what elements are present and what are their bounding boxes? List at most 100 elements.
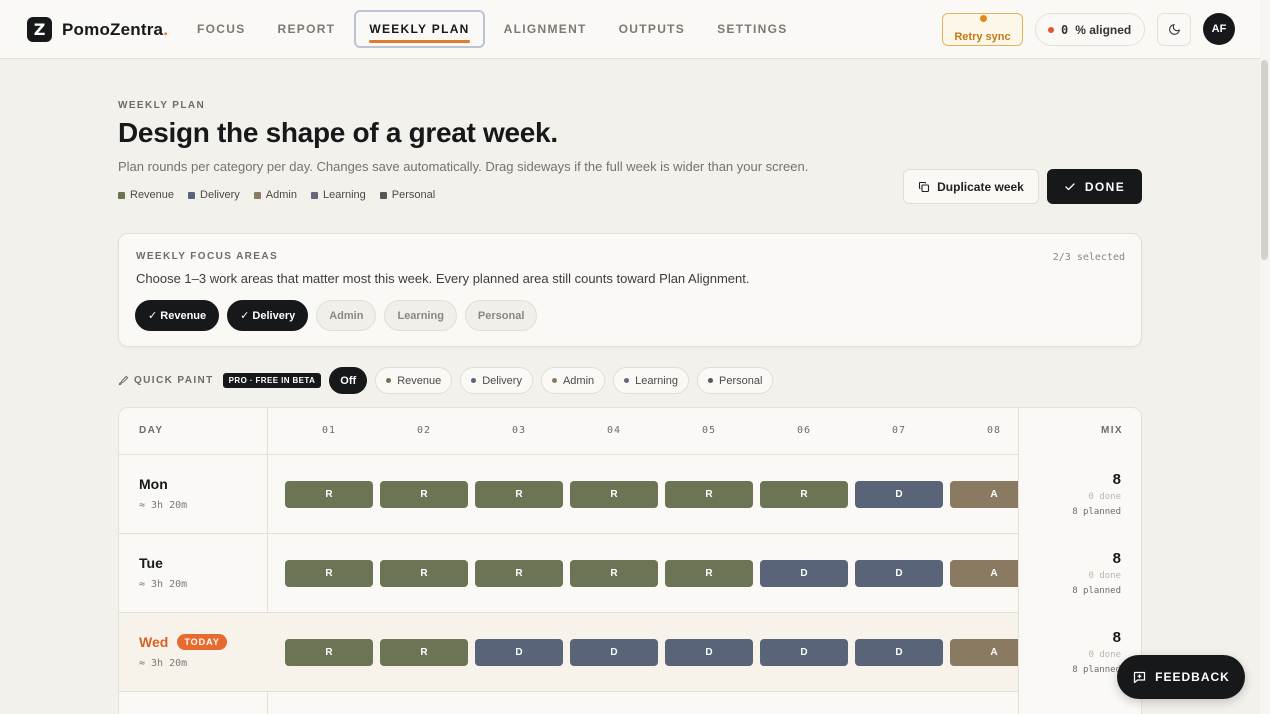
slot-column-header: 07 <box>891 425 907 436</box>
plan-slot[interactable]: R <box>665 560 753 587</box>
focus-description: Choose 1–3 work areas that matter most t… <box>136 271 750 286</box>
nav-tab-report[interactable]: REPORT <box>265 10 349 48</box>
mix-column-header: MIX <box>1101 425 1123 436</box>
quick-paint-chip-label: Personal <box>718 374 763 387</box>
nav-tab-alignment[interactable]: ALIGNMENT <box>491 10 600 48</box>
day-name: Tue <box>139 555 163 571</box>
mix-planned: 8 planned <box>1072 507 1121 517</box>
plan-slot[interactable]: R <box>380 639 468 666</box>
quick-paint-chip-label: Learning <box>635 374 678 387</box>
day-column-header: DAY <box>139 425 164 436</box>
feedback-label: FEEDBACK <box>1155 670 1230 684</box>
alignment-value: 0 <box>1061 22 1069 37</box>
grid-header: DAY 01 02 03 04 05 06 07 08 <box>119 408 1141 455</box>
page-title: Design the shape of a great week. <box>118 117 558 148</box>
mix-done: 0 done <box>1088 492 1121 502</box>
legend-swatch <box>118 191 125 199</box>
quick-paint-off-button[interactable]: Off <box>329 367 368 394</box>
plan-slot[interactable]: R <box>285 639 373 666</box>
legend-label: Personal <box>391 189 436 201</box>
plan-slot[interactable]: R <box>285 481 373 508</box>
plan-slot[interactable]: D <box>570 639 658 666</box>
plan-slot[interactable]: R <box>380 560 468 587</box>
quick-paint-chip-revenue[interactable]: Revenue <box>375 367 453 394</box>
brand-logo-icon: Z <box>27 17 52 42</box>
focus-eyebrow: WEEKLY FOCUS AREAS <box>136 251 279 262</box>
slot-column-header: 02 <box>416 425 432 436</box>
day-row-tue: Tue ≈ 3h 20m R R R R R D D A <box>119 534 1141 613</box>
plan-slot[interactable]: R <box>475 481 563 508</box>
quick-paint-chip-personal[interactable]: Personal <box>696 367 774 394</box>
plan-slot[interactable]: D <box>475 639 563 666</box>
day-label: Wed TODAY <box>139 634 227 650</box>
focus-selected-count: 2/3 selected <box>1052 252 1125 263</box>
legend-item-revenue: Revenue <box>118 189 174 201</box>
plan-slot[interactable]: D <box>855 639 943 666</box>
day-label: Tue <box>139 555 163 571</box>
focus-chip-group: ✓ Revenue ✓ Delivery Admin Learning Personal <box>135 300 538 331</box>
pro-beta-badge: PRO · FREE IN BETA <box>222 373 322 388</box>
quick-paint-chip-label: Revenue <box>397 374 442 387</box>
nav-tab-weekly-plan[interactable]: WEEKLY PLAN <box>354 10 485 48</box>
nav-tab-settings[interactable]: SETTINGS <box>704 10 800 48</box>
user-avatar[interactable]: AF <box>1203 13 1235 45</box>
theme-toggle-button[interactable] <box>1157 13 1191 46</box>
today-badge: TODAY <box>177 634 227 650</box>
copy-icon <box>919 181 930 192</box>
plan-slot[interactable]: D <box>665 639 753 666</box>
legend-label: Learning <box>322 189 366 201</box>
weekly-plan-grid: DAY 01 02 03 04 05 06 07 08 MIX Mon ≈ 3h 20m R R R R… <box>118 407 1142 714</box>
alignment-pill[interactable]: 0 % aligned <box>1035 13 1145 46</box>
plan-slot[interactable]: R <box>285 560 373 587</box>
plan-slot[interactable]: R <box>380 481 468 508</box>
focus-chip-personal[interactable]: Personal <box>464 300 538 331</box>
nav-tab-outputs[interactable]: OUTPUTS <box>606 10 698 48</box>
quick-paint-chip-admin[interactable]: Admin <box>540 367 606 394</box>
top-bar: Z PomoZentra. FOCUS REPORT WEEKLY PLAN ALIG… <box>0 0 1260 59</box>
legend-swatch <box>310 191 318 199</box>
focus-chip-delivery[interactable]: ✓ Delivery <box>227 300 309 331</box>
quick-paint-chip-learning[interactable]: Learning <box>613 367 689 394</box>
mix-done: 0 done <box>1088 571 1121 581</box>
page-scrollbar-thumb[interactable] <box>1261 60 1268 260</box>
day-row-mon: Mon ≈ 3h 20m R R R R R R D A <box>119 455 1141 534</box>
focus-chip-learning[interactable]: Learning <box>384 300 457 331</box>
quick-paint-chip-delivery[interactable]: Delivery <box>460 367 533 394</box>
focus-chip-admin[interactable]: Admin <box>316 300 377 331</box>
retry-sync-button[interactable]: Retry sync <box>942 13 1023 46</box>
plan-slot[interactable]: D <box>855 481 943 508</box>
plan-slot[interactable]: D <box>855 560 943 587</box>
mix-total: 8 <box>1112 550 1121 567</box>
mix-total: 8 <box>1112 629 1121 646</box>
day-duration: ≈ 3h 20m <box>139 579 188 590</box>
quick-paint-chip-label: Admin <box>562 374 595 387</box>
category-dot-icon <box>471 378 477 383</box>
feedback-button[interactable]: FEEDBACK <box>1117 655 1245 699</box>
plan-slot[interactable]: R <box>570 481 658 508</box>
day-row-wed: Wed TODAY ≈ 3h 20m R R D D D D D A <box>119 613 1141 692</box>
done-label: DONE <box>1084 179 1126 194</box>
brush-icon <box>118 375 129 386</box>
retry-sync-label: Retry sync <box>954 31 1011 43</box>
check-icon <box>1065 182 1075 190</box>
page-subtitle: Plan rounds per category per day. Change… <box>118 159 809 174</box>
quick-paint-toolbar: QUICK PAINT PRO · FREE IN BETA Off Reven… <box>118 367 781 394</box>
plan-slot[interactable]: R <box>760 481 848 508</box>
alignment-label: % aligned <box>1075 22 1132 37</box>
plan-slot[interactable]: R <box>665 481 753 508</box>
legend-item-admin: Admin <box>253 189 297 201</box>
mix-total: 8 <box>1112 471 1121 488</box>
duplicate-week-label: Duplicate week <box>937 179 1024 194</box>
plan-slot[interactable]: R <box>475 560 563 587</box>
plan-slot[interactable]: R <box>570 560 658 587</box>
nav-tab-focus[interactable]: FOCUS <box>184 10 259 48</box>
brand[interactable]: Z PomoZentra. <box>27 17 168 42</box>
plan-slot[interactable]: D <box>760 639 848 666</box>
alignment-status-dot-icon <box>1048 26 1054 33</box>
duplicate-week-button[interactable]: Duplicate week <box>903 169 1039 204</box>
focus-chip-revenue[interactable]: ✓ Revenue <box>135 300 220 331</box>
day-name: Wed <box>139 634 169 650</box>
plan-slot[interactable]: D <box>760 560 848 587</box>
done-button[interactable]: DONE <box>1047 169 1142 204</box>
legend-swatch <box>253 191 261 199</box>
